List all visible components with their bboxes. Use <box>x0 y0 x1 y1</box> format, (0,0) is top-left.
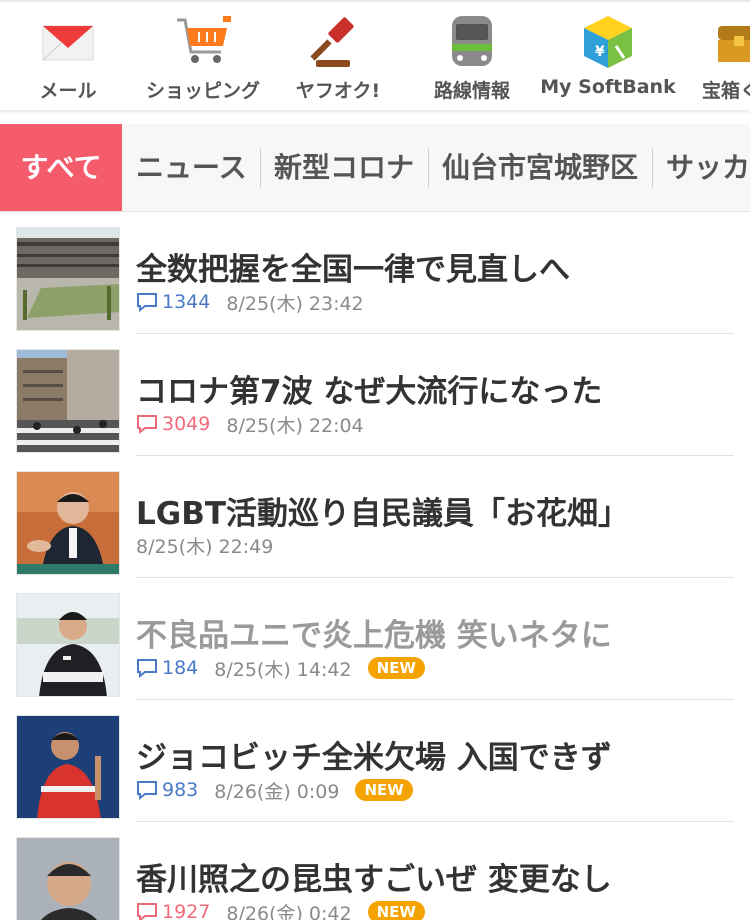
service-bar: メール ショッピング ヤフオク! 路線情報 ¥ My SoftBank 宝箱く <box>0 0 750 110</box>
service-treasure[interactable]: 宝箱く <box>690 2 750 110</box>
mail-icon <box>38 12 98 72</box>
comment-count: 1344 <box>136 291 210 313</box>
tab-all[interactable]: すべて <box>0 124 122 211</box>
svg-text:¥: ¥ <box>595 44 605 60</box>
news-date: 8/25(木) 23:42 <box>226 292 364 315</box>
news-item[interactable]: 香川照之の昆虫すごいぜ 変更なし 1927 8/26(金) 0:42 NEW <box>0 822 750 920</box>
footballer-photo <box>16 593 120 697</box>
news-date: 8/26(金) 0:42 <box>226 902 352 920</box>
building-photo <box>16 227 120 331</box>
service-label: 路線情報 <box>433 80 510 102</box>
news-meta: 1927 8/26(金) 0:42 NEW <box>136 899 425 920</box>
service-mail[interactable]: メール <box>22 2 114 110</box>
comment-count: 1927 <box>136 901 210 920</box>
news-date: 8/26(金) 0:09 <box>214 780 340 803</box>
news-item[interactable]: ジョコビッチ全米欠場 入国できず 983 8/26(金) 0:09 NEW <box>0 700 750 822</box>
news-meta: 1344 8/25(木) 23:42 <box>136 289 364 315</box>
comment-count-value: 184 <box>162 657 199 679</box>
news-date: 8/25(木) 22:49 <box>136 535 274 558</box>
auction-gavel-icon <box>308 12 368 72</box>
comment-count-value: 983 <box>162 779 199 801</box>
news-item[interactable]: コロナ第7波 なぜ大流行になった 3049 8/25(木) 22:04 <box>0 334 750 456</box>
comment-count: 184 <box>136 657 198 679</box>
comment-count-value: 1344 <box>162 291 211 313</box>
news-title: ジョコビッチ全米欠場 入国できず <box>136 740 612 776</box>
tab-sendai-miyaginoku[interactable]: 仙台市宮城野区 <box>442 124 638 211</box>
news-title: LGBT活動巡り自民議員「お花畑」 <box>136 496 629 532</box>
service-label: My SoftBank <box>540 76 676 98</box>
news-date: 8/25(木) 22:04 <box>226 414 364 437</box>
news-meta: 983 8/26(金) 0:09 NEW <box>136 777 413 803</box>
politician-photo <box>16 471 120 575</box>
comment-bubble-icon <box>137 293 157 312</box>
service-route[interactable]: 路線情報 <box>422 2 522 110</box>
news-list: 全数把握を全国一律で見直しへ 1344 8/25(木) 23:42 コロナ第7波… <box>0 212 750 920</box>
news-title: コロナ第7波 なぜ大流行になった <box>136 374 603 410</box>
news-item[interactable]: LGBT活動巡り自民議員「お花畑」 8/25(木) 22:49 <box>0 456 750 578</box>
shopping-cart-icon <box>173 12 233 72</box>
comment-count: 983 <box>136 779 198 801</box>
new-badge: NEW <box>355 779 413 801</box>
tab-news[interactable]: ニュース <box>136 124 247 211</box>
train-icon <box>442 12 502 72</box>
news-title: 香川照之の昆虫すごいぜ 変更なし <box>136 862 612 898</box>
new-badge: NEW <box>367 901 425 920</box>
category-tabs: すべて ニュース 新型コロナ 仙台市宮城野区 サッカ <box>0 124 750 212</box>
news-title: 全数把握を全国一律で見直しへ <box>136 252 570 288</box>
news-item[interactable]: 全数把握を全国一律で見直しへ 1344 8/25(木) 23:42 <box>0 212 750 334</box>
softbank-cube-icon: ¥ <box>578 12 638 72</box>
news-meta: 8/25(木) 22:49 <box>136 532 273 558</box>
tab-covid[interactable]: 新型コロナ <box>274 124 414 211</box>
service-auction[interactable]: ヤフオク! <box>286 2 390 110</box>
new-badge: NEW <box>367 657 425 679</box>
tab-divider <box>652 148 653 188</box>
tab-soccer[interactable]: サッカ <box>666 124 750 211</box>
comment-bubble-icon <box>137 659 157 678</box>
news-item[interactable]: 不良品ユニで炎上危機 笑いネタに 184 8/25(木) 14:42 NEW <box>0 578 750 700</box>
news-date: 8/25(木) 14:42 <box>214 658 352 681</box>
service-mysoftbank[interactable]: ¥ My SoftBank <box>540 2 676 110</box>
tab-divider <box>260 148 261 188</box>
comment-count-value: 3049 <box>162 413 211 435</box>
service-label: 宝箱く <box>702 80 750 102</box>
news-title: 不良品ユニで炎上危機 笑いネタに <box>136 618 612 654</box>
treasure-chest-icon <box>716 12 750 72</box>
tab-divider <box>428 148 429 188</box>
service-shopping[interactable]: ショッピング <box>136 2 270 110</box>
news-meta: 184 8/25(木) 14:42 NEW <box>136 655 425 681</box>
service-label: ヤフオク! <box>295 80 381 102</box>
service-label: ショッピング <box>145 80 260 102</box>
tennis-player-photo <box>16 715 120 819</box>
comment-count-value: 1927 <box>162 901 211 920</box>
crosswalk-photo <box>16 349 120 453</box>
actor-photo <box>16 837 120 920</box>
service-label: メール <box>39 80 97 102</box>
comment-bubble-icon <box>137 903 157 920</box>
comment-bubble-icon <box>137 781 157 800</box>
news-meta: 3049 8/25(木) 22:04 <box>136 411 364 437</box>
comment-count: 3049 <box>136 413 210 435</box>
comment-bubble-icon <box>137 415 157 434</box>
